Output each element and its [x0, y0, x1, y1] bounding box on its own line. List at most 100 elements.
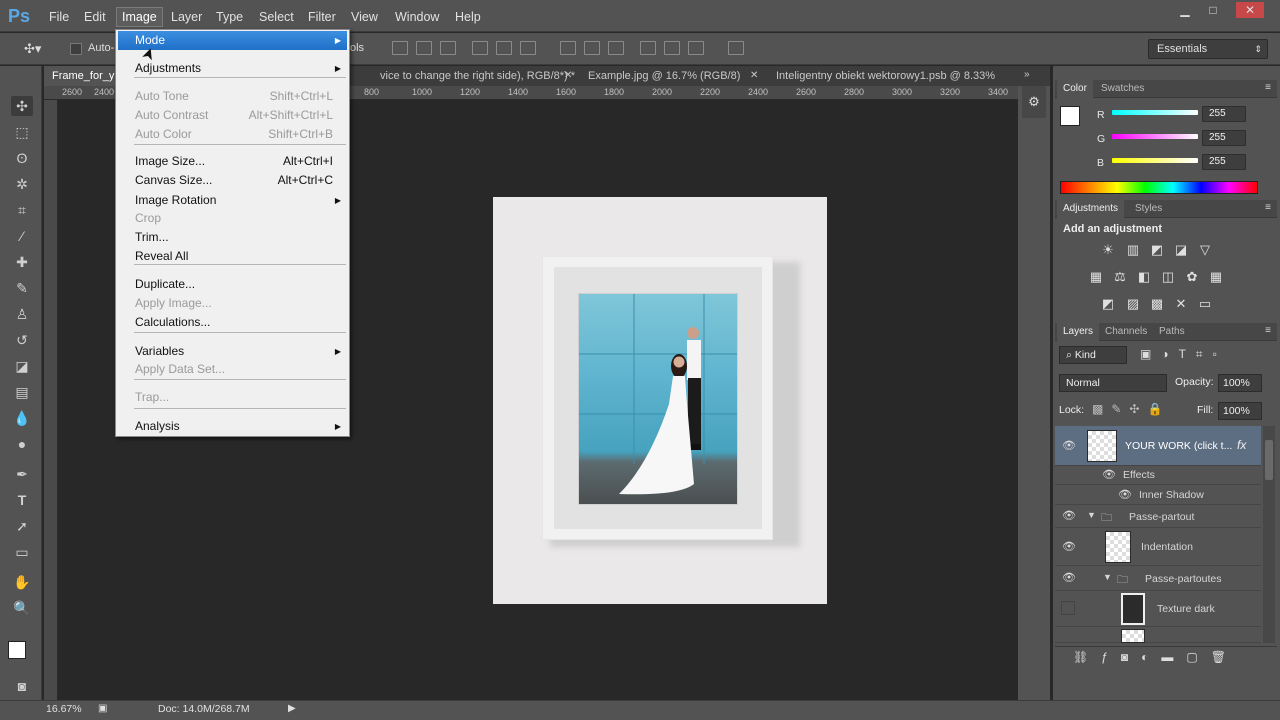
move-tool-icon[interactable]: ✣▾	[24, 41, 41, 57]
dodge-tool-icon[interactable]: ●	[11, 434, 33, 454]
curves-icon[interactable]: ◩	[1148, 242, 1166, 258]
auto-select-checkbox[interactable]	[70, 43, 82, 55]
blend-mode-select[interactable]: Normal	[1059, 374, 1167, 392]
group-expand-icon[interactable]: ▼	[1103, 572, 1112, 582]
layer-group-passe-partoutes[interactable]: 👁 ▼ 🗀 Passe-partoutes	[1055, 566, 1261, 591]
exposure-icon[interactable]: ◪	[1172, 242, 1190, 258]
menu-item-analysis[interactable]: Analysis ▶	[118, 417, 347, 436]
distribute-left-icon[interactable]	[640, 41, 656, 55]
status-info-icon[interactable]: ▣	[98, 703, 107, 714]
zoom-level[interactable]: 16.67%	[46, 703, 82, 715]
align-hcenter-icon[interactable]	[496, 41, 512, 55]
history-brush-icon[interactable]: ↺	[11, 330, 33, 350]
layer-inner-shadow-row[interactable]: 👁 Inner Shadow	[1055, 485, 1261, 505]
hand-tool-icon[interactable]: ✋	[11, 572, 33, 592]
panel-menu-icon[interactable]: ≡	[1265, 82, 1271, 93]
vibrance-icon[interactable]: ▽	[1196, 242, 1214, 258]
lock-icons[interactable]: ▩✎✣🔒	[1092, 402, 1170, 416]
tab-frame[interactable]: Frame_for_y	[44, 66, 124, 86]
status-menu-arrow-icon[interactable]: ▶	[288, 703, 296, 714]
selective-color-icon[interactable]: ✕	[1172, 296, 1190, 312]
menu-select[interactable]: Select	[254, 7, 299, 27]
tab-overflow-icon[interactable]: »	[1024, 69, 1030, 80]
menu-item-duplicate[interactable]: Duplicate...	[118, 275, 347, 294]
layer-indentation[interactable]: 👁 Indentation	[1055, 528, 1261, 566]
panel-menu-icon[interactable]: ≡	[1265, 325, 1271, 336]
move-tool-icon[interactable]: ✣	[11, 96, 33, 116]
panel-menu-icon[interactable]: ≡	[1265, 202, 1271, 213]
minimize-icon[interactable]: ▁	[1174, 2, 1196, 18]
menu-file[interactable]: File	[44, 7, 74, 27]
align-left-icon[interactable]	[472, 41, 488, 55]
visibility-toggle-off[interactable]	[1061, 601, 1075, 615]
distribute-right-icon[interactable]	[688, 41, 704, 55]
b-value[interactable]: 255	[1202, 154, 1246, 170]
eraser-tool-icon[interactable]: ◪	[11, 356, 33, 376]
marquee-tool-icon[interactable]: ⬚	[11, 122, 33, 142]
menu-view[interactable]: View	[346, 7, 383, 27]
lasso-tool-icon[interactable]: ʘ	[11, 148, 33, 168]
layer-group-passe-partout[interactable]: 👁 ▼ 🗀 Passe-partout	[1055, 505, 1261, 528]
tab-styles[interactable]: Styles	[1129, 200, 1168, 218]
menu-edit[interactable]: Edit	[79, 7, 111, 27]
hue-saturation-icon[interactable]: ▦	[1087, 269, 1105, 285]
channel-mixer-icon[interactable]: ✿	[1183, 269, 1201, 285]
b-slider[interactable]	[1112, 158, 1198, 163]
gradient-tool-icon[interactable]: ▤	[11, 382, 33, 402]
photo-filter-icon[interactable]: ◫	[1159, 269, 1177, 285]
align-top-icon[interactable]	[392, 41, 408, 55]
color-spectrum[interactable]	[1060, 181, 1258, 194]
levels-icon[interactable]: ▥	[1124, 242, 1142, 258]
scrollbar-thumb[interactable]	[1265, 440, 1273, 480]
tab-close-icon[interactable]: ✕	[564, 70, 572, 81]
shape-tool-icon[interactable]: ▭	[11, 542, 33, 562]
color-balance-icon[interactable]: ⚖	[1111, 269, 1129, 285]
tab-frame-right[interactable]: vice to change the right side), RGB/8*) …	[372, 66, 592, 86]
tab-adjustments[interactable]: Adjustments	[1057, 200, 1125, 218]
libraries-icon[interactable]: ⚙	[1022, 86, 1046, 118]
r-slider[interactable]	[1112, 110, 1198, 115]
tab-close-icon[interactable]: ✕	[750, 70, 758, 81]
fx-icon[interactable]: fx	[1237, 438, 1246, 452]
maximize-icon[interactable]: □	[1202, 2, 1224, 18]
foreground-color-swatch[interactable]	[1060, 106, 1080, 126]
layer-partial-row[interactable]	[1055, 627, 1261, 643]
foreground-color-swatch[interactable]	[8, 641, 26, 659]
opacity-input[interactable]: 100%	[1218, 374, 1262, 392]
visibility-eye-icon[interactable]: 👁	[1061, 438, 1077, 454]
menu-image[interactable]: Image	[116, 7, 163, 27]
zoom-tool-icon[interactable]: 🔍	[11, 598, 33, 618]
pen-tool-icon[interactable]: ✒	[11, 464, 33, 484]
g-value[interactable]: 255	[1202, 130, 1246, 146]
distribute-bottom-icon[interactable]	[608, 41, 624, 55]
tab-color[interactable]: Color	[1057, 80, 1093, 98]
blur-tool-icon[interactable]: 💧	[11, 408, 33, 428]
align-right-icon[interactable]	[520, 41, 536, 55]
menu-type[interactable]: Type	[211, 7, 248, 27]
r-value[interactable]: 255	[1202, 106, 1246, 122]
distribute-vcenter-icon[interactable]	[584, 41, 600, 55]
visibility-eye-icon[interactable]: 👁	[1117, 487, 1133, 503]
layer-texture-dark[interactable]: Texture dark	[1055, 591, 1261, 627]
eyedropper-tool-icon[interactable]: ⁄	[11, 226, 33, 246]
auto-align-icon[interactable]	[728, 41, 744, 55]
align-bottom-icon[interactable]	[440, 41, 456, 55]
menu-window[interactable]: Window	[390, 7, 444, 27]
clone-stamp-icon[interactable]: ♙	[11, 304, 33, 324]
menu-item-canvas-size[interactable]: Canvas Size... Alt+Ctrl+C	[118, 171, 347, 190]
black-white-icon[interactable]: ◧	[1135, 269, 1153, 285]
threshold-icon[interactable]: ▩	[1148, 296, 1166, 312]
group-expand-icon[interactable]: ▼	[1087, 510, 1096, 520]
menu-layer[interactable]: Layer	[166, 7, 207, 27]
align-vcenter-icon[interactable]	[416, 41, 432, 55]
visibility-eye-icon[interactable]: 👁	[1061, 508, 1077, 524]
menu-item-mode[interactable]: Mode ▶	[118, 31, 347, 50]
g-slider[interactable]	[1112, 134, 1198, 139]
workspace-switcher[interactable]: Essentials ⇕	[1148, 39, 1268, 59]
visibility-eye-icon[interactable]: 👁	[1061, 570, 1077, 586]
brightness-icon[interactable]: ☀	[1099, 242, 1117, 258]
quick-mask-icon[interactable]: ◙	[11, 676, 33, 696]
menu-help[interactable]: Help	[450, 7, 486, 27]
menu-item-image-rotation[interactable]: Image Rotation ▶	[118, 191, 347, 210]
layers-scrollbar[interactable]	[1263, 426, 1275, 643]
